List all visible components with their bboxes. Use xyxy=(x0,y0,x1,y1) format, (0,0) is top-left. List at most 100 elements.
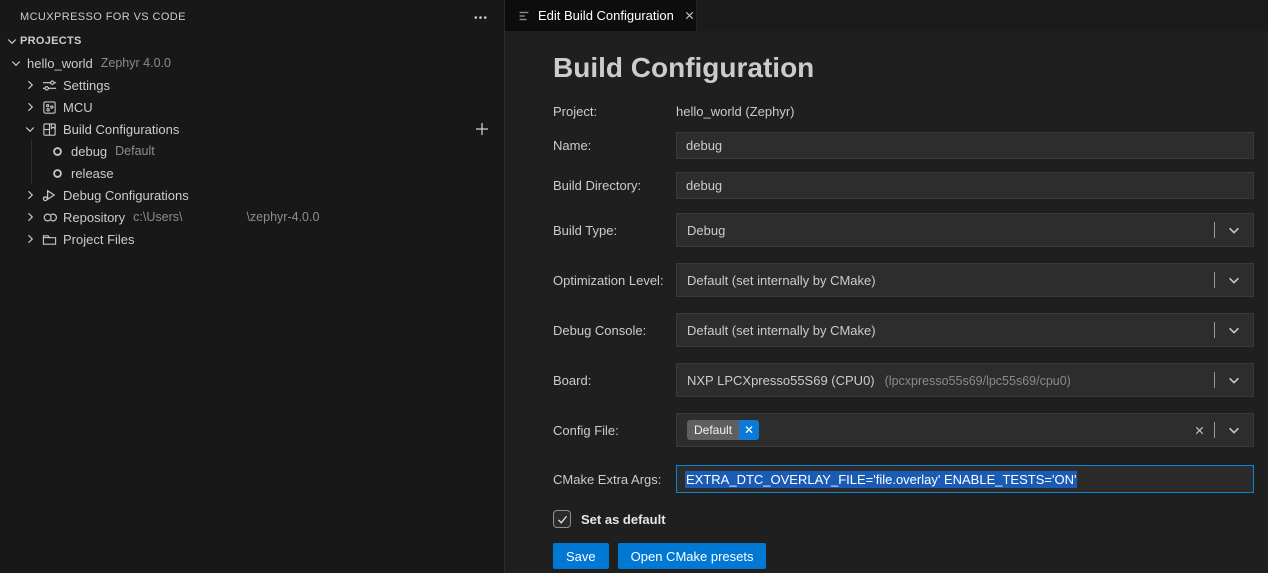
projects-section-header[interactable]: PROJECTS xyxy=(0,30,504,52)
name-label: Name: xyxy=(553,138,592,153)
selected-text: EXTRA_DTC_OVERLAY_FILE='file.overlay' EN… xyxy=(685,470,1078,488)
name-input[interactable]: debug xyxy=(676,132,1254,159)
list-settings-icon xyxy=(517,9,531,23)
projects-section-title: PROJECTS xyxy=(20,35,82,47)
more-actions-icon[interactable] xyxy=(473,10,488,25)
tree-item-release-config[interactable]: release xyxy=(0,162,504,184)
chip-close-icon[interactable]: ✕ xyxy=(739,420,760,440)
tree-item-label: debug xyxy=(71,143,108,159)
page-title: Build Configuration xyxy=(553,52,815,83)
tree-item-debug-config[interactable]: debug Default xyxy=(0,140,504,162)
default-badge: Default xyxy=(115,144,155,158)
debug-run-icon xyxy=(41,187,57,203)
name-row: Name: debug xyxy=(553,132,1254,159)
repository-path-suffix: \zephyr-4.0.0 xyxy=(246,210,320,224)
sidebar-mcuxpresso: MCUXPRESSO FOR VS CODE PROJECTS hello_wo… xyxy=(0,0,505,573)
open-cmake-presets-button[interactable]: Open CMake presets xyxy=(617,543,767,569)
repository-icon xyxy=(41,209,57,225)
config-file-multiselect[interactable]: Default ✕ xyxy=(676,413,1254,447)
build-directory-row: Build Directory: debug xyxy=(553,172,1254,199)
tree-item-debug-configurations[interactable]: Debug Configurations xyxy=(0,184,504,206)
tree-item-label: Settings xyxy=(63,77,110,93)
tree-item-hello-world[interactable]: hello_world Zephyr 4.0.0 xyxy=(0,52,504,74)
build-configurations-icon xyxy=(41,121,57,137)
build-type-row: Build Type: Debug xyxy=(553,213,1254,247)
board-label: Board: xyxy=(553,372,592,388)
config-file-label: Config File: xyxy=(553,422,619,438)
debug-console-row: Debug Console: Default (set internally b… xyxy=(553,313,1254,347)
chevron-down-icon[interactable] xyxy=(22,121,38,137)
tree-item-label: Debug Configurations xyxy=(63,187,189,203)
config-file-row: Config File: Default ✕ xyxy=(553,413,1254,447)
save-button[interactable]: Save xyxy=(553,543,609,569)
cmake-extra-args-input[interactable]: EXTRA_DTC_OVERLAY_FILE='file.overlay' EN… xyxy=(676,465,1254,493)
project-value: hello_world (Zephyr) xyxy=(676,104,795,119)
tree-item-label: Project Files xyxy=(63,231,135,247)
add-build-configuration-icon[interactable] xyxy=(474,121,490,137)
debug-console-value: Default (set internally by CMake) xyxy=(687,322,876,338)
tree-item-label: hello_world xyxy=(27,55,93,71)
editor-area: Edit Build Configuration Build Configura… xyxy=(505,0,1268,573)
project-row: Project: hello_world (Zephyr) xyxy=(553,104,1254,119)
cmake-extra-args-row: CMake Extra Args: EXTRA_DTC_OVERLAY_FILE… xyxy=(553,465,1254,493)
settings-sliders-icon xyxy=(41,77,57,93)
tree-item-project-files[interactable]: Project Files xyxy=(0,228,504,250)
debug-console-select[interactable]: Default (set internally by CMake) xyxy=(676,313,1254,347)
clear-all-icon[interactable] xyxy=(1184,424,1214,437)
config-file-chip: Default ✕ xyxy=(687,420,760,440)
tree-item-repository[interactable]: Repository c:\Users\ \zephyr-4.0.0 xyxy=(0,206,504,228)
close-icon[interactable] xyxy=(681,7,698,24)
circle-icon xyxy=(49,165,65,181)
chevron-right-icon[interactable] xyxy=(22,187,38,203)
build-type-select[interactable]: Debug xyxy=(676,213,1254,247)
chevron-down-icon[interactable] xyxy=(1215,223,1253,237)
chevron-right-icon[interactable] xyxy=(22,231,38,247)
optimization-level-value: Default (set internally by CMake) xyxy=(687,272,876,288)
chevron-down-icon[interactable] xyxy=(1215,423,1253,437)
sidebar-header: MCUXPRESSO FOR VS CODE xyxy=(0,0,504,30)
tree-item-label: Build Configurations xyxy=(63,121,180,137)
app-window: MCUXPRESSO FOR VS CODE PROJECTS hello_wo… xyxy=(0,0,1268,573)
tree-item-label: Repository xyxy=(63,209,126,225)
tree-item-build-configurations[interactable]: Build Configurations xyxy=(0,118,504,140)
chevron-right-icon[interactable] xyxy=(22,99,38,115)
cmake-extra-args-label: CMake Extra Args: xyxy=(553,471,662,487)
tab-title: Edit Build Configuration xyxy=(538,8,674,23)
mcu-chip-icon xyxy=(41,99,57,115)
tab-bar: Edit Build Configuration xyxy=(505,0,1268,31)
build-directory-input[interactable]: debug xyxy=(676,172,1254,199)
sidebar-title: MCUXPRESSO FOR VS CODE xyxy=(20,11,186,23)
chevron-down-icon[interactable] xyxy=(1215,323,1253,337)
optimization-level-row: Optimization Level: Default (set interna… xyxy=(553,263,1254,297)
debug-console-label: Debug Console: xyxy=(553,322,647,338)
set-as-default-label: Set as default xyxy=(581,511,666,527)
config-file-chip-label: Default xyxy=(687,420,740,440)
optimization-level-label: Optimization Level: xyxy=(553,272,664,288)
build-directory-label: Build Directory: xyxy=(553,178,642,193)
chevron-down-icon[interactable] xyxy=(1215,373,1253,387)
tree-item-settings[interactable]: Settings xyxy=(0,74,504,96)
projects-tree: hello_world Zephyr 4.0.0 Settings MCU Bu… xyxy=(0,52,504,250)
build-configuration-form: Build Configuration Project: hello_world… xyxy=(505,31,1268,573)
tree-item-mcu[interactable]: MCU xyxy=(0,96,504,118)
optimization-level-select[interactable]: Default (set internally by CMake) xyxy=(676,263,1254,297)
repository-path-prefix: c:\Users\ xyxy=(133,210,183,224)
board-row: Board: NXP LPCXpresso55S69 (CPU0) (lpcxp… xyxy=(553,363,1254,397)
build-type-value: Debug xyxy=(687,222,726,238)
tree-item-label: MCU xyxy=(63,99,93,115)
build-type-label: Build Type: xyxy=(553,222,618,238)
chevron-right-icon[interactable] xyxy=(22,77,38,93)
chevron-down-icon[interactable] xyxy=(8,55,24,71)
project-sdk-version: Zephyr 4.0.0 xyxy=(100,56,171,70)
chevron-right-icon[interactable] xyxy=(22,209,38,225)
set-as-default-checkbox[interactable] xyxy=(553,510,571,528)
chevron-down-icon xyxy=(4,33,20,49)
form-actions: Save Open CMake presets xyxy=(553,543,1254,569)
folder-icon xyxy=(41,231,57,247)
project-label: Project: xyxy=(553,104,598,119)
board-select[interactable]: NXP LPCXpresso55S69 (CPU0) (lpcxpresso55… xyxy=(676,363,1254,397)
chevron-down-icon[interactable] xyxy=(1215,273,1253,287)
tab-edit-build-configuration[interactable]: Edit Build Configuration xyxy=(505,0,697,31)
tree-item-label: release xyxy=(71,165,114,181)
board-value: NXP LPCXpresso55S69 (CPU0) xyxy=(687,372,875,388)
